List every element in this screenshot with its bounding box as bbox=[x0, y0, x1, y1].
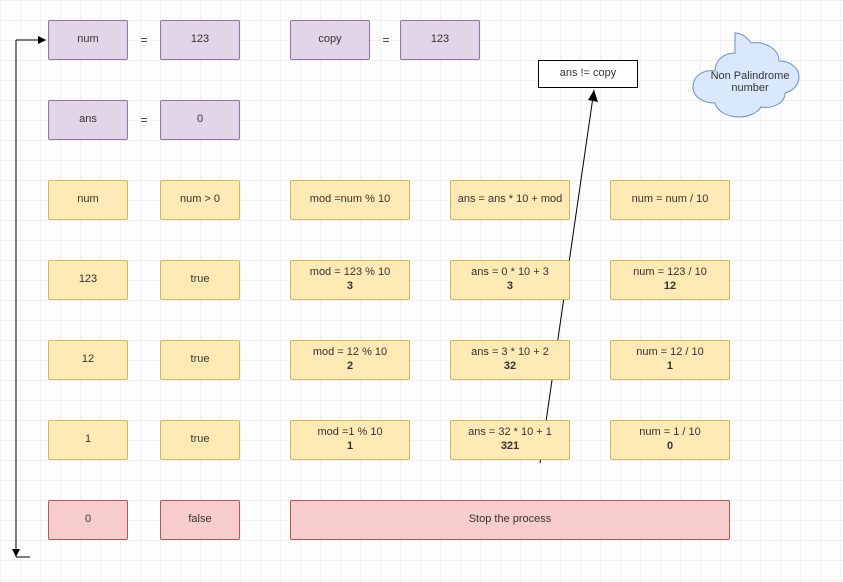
end-stop: Stop the process bbox=[290, 500, 730, 540]
cloud-text: Non Palindrome number bbox=[700, 70, 800, 94]
iter1-cond: true bbox=[160, 260, 240, 300]
compare-box: ans != copy bbox=[538, 60, 638, 88]
iter1-num: 123 bbox=[48, 260, 128, 300]
var-copy-value: 123 bbox=[400, 20, 480, 60]
iter3-mod: mod =1 % 101 bbox=[290, 420, 410, 460]
iter3-cond: true bbox=[160, 420, 240, 460]
iter3-num: 1 bbox=[48, 420, 128, 460]
var-ans-value: 0 bbox=[160, 100, 240, 140]
iter2-ans: ans = 3 * 10 + 232 bbox=[450, 340, 570, 380]
iter1-div: num = 123 / 1012 bbox=[610, 260, 730, 300]
end-cond: false bbox=[160, 500, 240, 540]
var-ans-label: ans bbox=[48, 100, 128, 140]
var-copy-label: copy bbox=[290, 20, 370, 60]
iter1-mod: mod = 123 % 103 bbox=[290, 260, 410, 300]
header-cond: num > 0 bbox=[160, 180, 240, 220]
iter3-div: num = 1 / 100 bbox=[610, 420, 730, 460]
header-num: num bbox=[48, 180, 128, 220]
iter2-cond: true bbox=[160, 340, 240, 380]
header-ans: ans = ans * 10 + mod bbox=[450, 180, 570, 220]
iter1-ans: ans = 0 * 10 + 33 bbox=[450, 260, 570, 300]
header-numdiv: num = num / 10 bbox=[610, 180, 730, 220]
iter3-ans: ans = 32 * 10 + 1321 bbox=[450, 420, 570, 460]
iter2-div: num = 12 / 101 bbox=[610, 340, 730, 380]
equals-sign: = bbox=[376, 20, 396, 60]
iter2-mod: mod = 12 % 102 bbox=[290, 340, 410, 380]
equals-sign: = bbox=[134, 20, 154, 60]
arrow-loop-left bbox=[12, 36, 46, 557]
header-mod: mod =num % 10 bbox=[290, 180, 410, 220]
arrow-anchor bbox=[30, 555, 34, 559]
end-num: 0 bbox=[48, 500, 128, 540]
var-num-value: 123 bbox=[160, 20, 240, 60]
iter2-num: 12 bbox=[48, 340, 128, 380]
var-num-label: num bbox=[48, 20, 128, 60]
equals-sign: = bbox=[134, 100, 154, 140]
